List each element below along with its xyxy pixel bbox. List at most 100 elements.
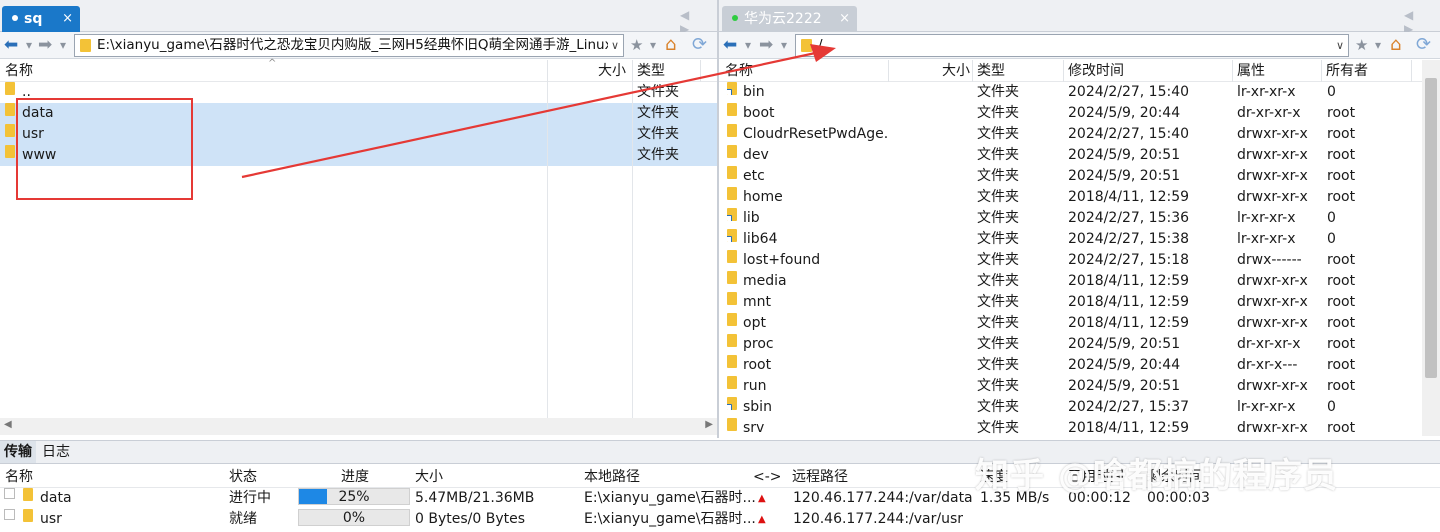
tab-label: sq [24, 11, 43, 27]
list-item[interactable]: mnt 文件夹 2018/4/11, 12:59 drwxr-xr-x root [719, 292, 1422, 313]
file-owner: root [1327, 378, 1356, 394]
chevron-down-icon[interactable]: ▾ [650, 34, 656, 57]
right-vscrollbar[interactable] [1422, 60, 1440, 436]
folder-icon [727, 124, 737, 137]
chevron-down-icon[interactable]: ∨ [1336, 35, 1344, 56]
chevron-down-icon[interactable]: ▾ [745, 34, 751, 57]
forward-icon[interactable]: ➡ [759, 34, 773, 57]
expand-checkbox[interactable] [4, 488, 15, 499]
left-path-input[interactable]: E:\xianyu_game\石器时代之恐龙宝贝内购版_三网H5经典怀旧Q萌全网… [74, 34, 624, 57]
file-owner: 0 [1327, 84, 1336, 100]
chevron-down-icon[interactable]: ▾ [26, 34, 32, 57]
file-mtime: 2018/4/11, 12:59 [1068, 273, 1190, 289]
scroll-left-icon[interactable]: ◀ [4, 419, 12, 430]
chevron-down-icon[interactable]: ▾ [1375, 34, 1381, 57]
tab-huaweiyun[interactable]: 华为云2222 × [722, 6, 857, 32]
refresh-icon[interactable]: ⟳ [692, 34, 707, 57]
file-owner: root [1327, 336, 1356, 352]
col-type[interactable]: 类型 [637, 60, 665, 82]
tab-transfer[interactable]: 传输 [0, 441, 36, 463]
col-separator[interactable] [1232, 60, 1233, 82]
list-item[interactable]: lib 文件夹 2024/2/27, 15:36 lr-xr-xr-x 0 [719, 208, 1422, 229]
transfer-row[interactable]: usr 就绪 0% 0 Bytes/0 Bytes E:\xianyu_game\石器时… [0, 509, 1440, 530]
col-name[interactable]: 名称 [5, 466, 33, 488]
col-local[interactable]: 本地路径 [584, 466, 640, 488]
list-item[interactable]: opt 文件夹 2018/4/11, 12:59 drwxr-xr-x root [719, 313, 1422, 334]
file-mtime: 2024/5/9, 20:51 [1068, 336, 1181, 352]
home-icon[interactable]: ⌂ [1390, 34, 1401, 57]
list-item[interactable]: CloudrResetPwdAge... 文件夹 2024/2/27, 15:40 d… [719, 124, 1422, 145]
list-item[interactable]: lib64 文件夹 2024/2/27, 15:38 lr-xr-xr-x 0 [719, 229, 1422, 250]
file-name: root [743, 357, 772, 373]
col-size[interactable]: 大小 [942, 60, 970, 82]
back-icon[interactable]: ⬅ [4, 34, 18, 57]
list-item[interactable]: root 文件夹 2024/5/9, 20:44 dr-xr-x--- root [719, 355, 1422, 376]
divider [632, 82, 633, 434]
favorite-star-icon[interactable]: ★ [630, 34, 643, 57]
list-item[interactable]: media 文件夹 2018/4/11, 12:59 drwxr-xr-x root [719, 271, 1422, 292]
list-item[interactable]: srv 文件夹 2018/4/11, 12:59 drwxr-xr-x root [719, 418, 1422, 439]
forward-icon[interactable]: ➡ [38, 34, 52, 57]
file-type: 文件夹 [977, 168, 1019, 184]
close-icon[interactable]: × [62, 6, 73, 32]
list-item[interactable]: dev 文件夹 2024/5/9, 20:51 drwxr-xr-x root [719, 145, 1422, 166]
tab-sq[interactable]: sq × [2, 6, 80, 32]
tab-log[interactable]: 日志 [38, 441, 74, 463]
upload-arrow-icon: ▲ [758, 493, 766, 504]
col-separator[interactable] [1063, 60, 1064, 82]
col-separator[interactable] [972, 60, 973, 82]
list-item[interactable]: home 文件夹 2018/4/11, 12:59 drwxr-xr-x root [719, 187, 1422, 208]
list-item[interactable]: proc 文件夹 2024/5/9, 20:51 dr-xr-xr-x root [719, 334, 1422, 355]
list-item[interactable]: run 文件夹 2024/5/9, 20:51 drwxr-xr-x root [719, 376, 1422, 397]
expand-checkbox[interactable] [4, 509, 15, 520]
refresh-icon[interactable]: ⟳ [1416, 34, 1431, 57]
col-separator[interactable] [888, 60, 889, 82]
chevron-down-icon[interactable]: ∨ [607, 35, 619, 56]
chevron-down-icon[interactable]: ▾ [781, 34, 787, 57]
chevron-down-icon[interactable]: ▾ [60, 34, 66, 57]
col-size[interactable]: 大小 [598, 60, 626, 82]
list-item[interactable]: sbin 文件夹 2024/2/27, 15:37 lr-xr-xr-x 0 [719, 397, 1422, 418]
home-icon[interactable]: ⌂ [665, 34, 676, 57]
close-icon[interactable]: × [839, 6, 850, 32]
transfer-remote: 120.46.177.244:/var/data [793, 490, 973, 506]
col-remote[interactable]: 远程路径 [792, 466, 848, 488]
list-item[interactable]: etc 文件夹 2024/5/9, 20:51 drwxr-xr-x root [719, 166, 1422, 187]
back-icon[interactable]: ⬅ [723, 34, 737, 57]
col-separator[interactable] [700, 60, 701, 82]
file-mtime: 2018/4/11, 12:59 [1068, 294, 1190, 310]
file-type: 文件夹 [977, 357, 1019, 373]
col-separator[interactable] [547, 60, 548, 82]
col-attr[interactable]: 属性 [1237, 60, 1265, 82]
file-owner: root [1327, 357, 1356, 373]
pane-splitter[interactable] [717, 0, 719, 438]
right-path-input[interactable]: / ∨ [795, 34, 1349, 57]
col-owner[interactable]: 所有者 [1326, 60, 1368, 82]
col-separator[interactable] [632, 60, 633, 82]
left-hscrollbar[interactable]: ◀ ▶ [0, 418, 717, 435]
folder-icon [5, 103, 15, 116]
file-attr: dr-xr-x--- [1237, 357, 1298, 373]
file-mtime: 2024/2/27, 15:40 [1068, 84, 1190, 100]
col-name[interactable]: 名称 [5, 60, 33, 82]
list-item[interactable]: lost+found 文件夹 2024/2/27, 15:18 drwx------ r… [719, 250, 1422, 271]
col-type[interactable]: 类型 [977, 60, 1005, 82]
scroll-right-icon[interactable]: ▶ [705, 419, 713, 430]
col-status[interactable]: 状态 [229, 466, 257, 488]
col-mtime[interactable]: 修改时间 [1068, 60, 1124, 82]
list-item[interactable]: boot 文件夹 2024/5/9, 20:44 dr-xr-xr-x root [719, 103, 1422, 124]
list-item[interactable]: bin 文件夹 2024/2/27, 15:40 lr-xr-xr-x 0 [719, 82, 1422, 103]
favorite-star-icon[interactable]: ★ [1355, 34, 1368, 57]
col-progress[interactable]: 进度 [341, 466, 369, 488]
col-separator[interactable] [1411, 60, 1412, 82]
col-size[interactable]: 大小 [415, 466, 443, 488]
col-direction[interactable]: <-> [753, 466, 782, 488]
file-owner: 0 [1327, 399, 1336, 415]
col-separator[interactable] [1321, 60, 1322, 82]
file-attr: drwxr-xr-x [1237, 378, 1308, 394]
sort-caret-icon: ^ [268, 58, 277, 69]
scroll-thumb[interactable] [1425, 78, 1437, 378]
file-mtime: 2024/2/27, 15:37 [1068, 399, 1190, 415]
col-name[interactable]: 名称 [725, 60, 753, 82]
transfer-local: E:\xianyu_game\石器时... [584, 511, 756, 527]
